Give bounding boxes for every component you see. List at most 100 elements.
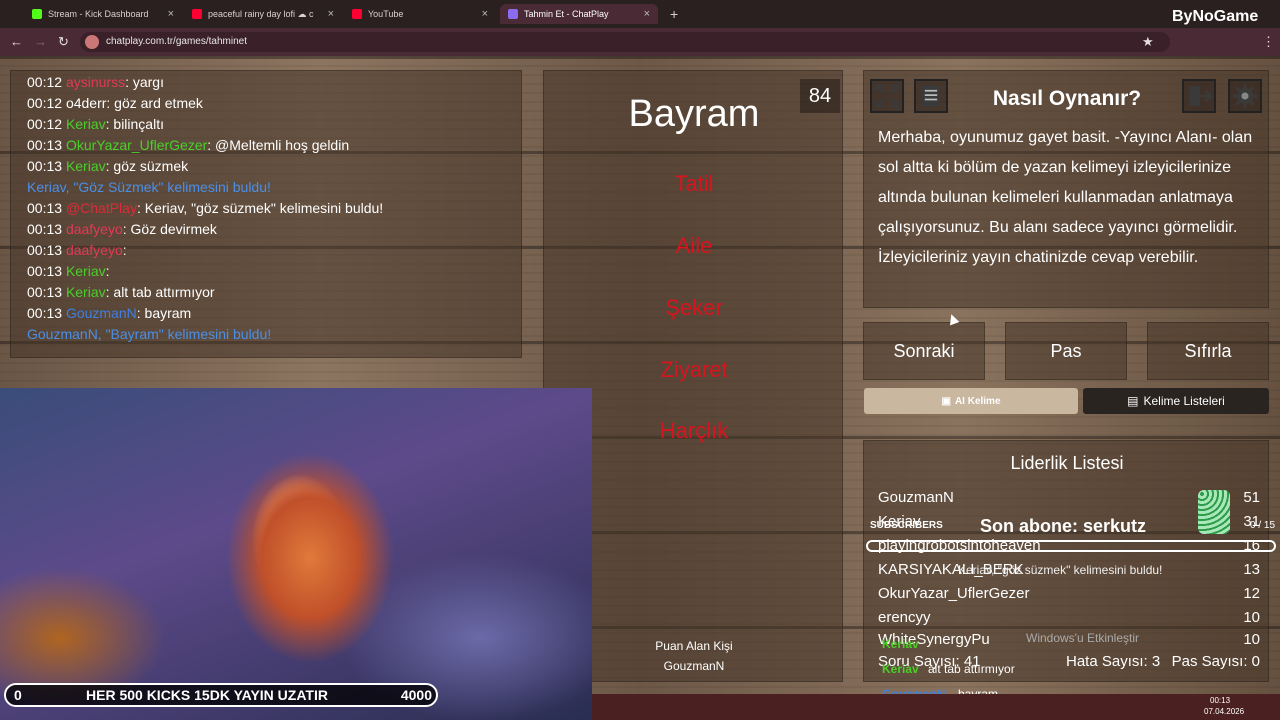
chat-username: GouzmanN: [65, 305, 137, 321]
taskbar-clock: 00:13: [1210, 696, 1231, 705]
overlay-chat-message: alt tab attırmıyor: [928, 662, 1015, 676]
forbidden-word: Tatil: [674, 171, 714, 196]
chat-username: o4derr: [65, 95, 107, 111]
ai-word-button[interactable]: ▣ AI Kelime: [864, 388, 1078, 414]
chat-username: Keriav: [65, 263, 106, 279]
chat-text: : yargı: [125, 74, 164, 90]
chat-message: 00:12 aysinurss: yargı: [27, 74, 164, 90]
overlay-chat-user: Keriav: [882, 637, 919, 651]
chat-message: 00:13 OkurYazar_UflerGezer: @Meltemli ho…: [27, 137, 349, 153]
close-icon[interactable]: ×: [644, 8, 650, 20]
pass-button[interactable]: Pas: [1005, 322, 1127, 380]
chat-username: daafyeyo: [65, 242, 123, 258]
kick-goal-start: 0: [14, 687, 22, 703]
chat-message: Keriav, "Göz Süzmek" kelimesini buldu!: [27, 179, 271, 195]
overlay-found-message: Keriav, "göz süzmek" kelimesini buldu!: [958, 563, 1163, 577]
timer-counter: 84: [800, 79, 840, 113]
forbidden-word: Şeker: [665, 295, 723, 320]
chat-timestamp: 00:12: [27, 74, 63, 90]
goal-jar-icon: [1198, 490, 1230, 534]
chat-timestamp: 00:12: [27, 116, 63, 132]
chat-text: :: [122, 242, 127, 258]
chat-message: 00:13 @ChatPlay: Keriav, "göz süzmek" ke…: [27, 200, 383, 216]
tab-label: Stream - Kick Dashboard: [48, 9, 149, 19]
leaderboard-panel: Liderlik Listesi GouzmanN 51 Keriav 31 pla…: [863, 440, 1269, 682]
chat-text: : göz ard etmek: [106, 95, 203, 111]
tab-lofi[interactable]: peaceful rainy day lofi ☁ c ×: [184, 4, 342, 24]
player-name: erencyy: [878, 609, 931, 626]
windows-activate-text: Windows'u Etkinleştir: [1026, 631, 1139, 645]
tab-kick-dashboard[interactable]: Stream - Kick Dashboard ×: [24, 4, 182, 24]
chat-username: daafyeyo: [65, 221, 123, 237]
player-name: OkurYazar_UflerGezer: [878, 585, 1030, 602]
kick-icon: [32, 9, 42, 19]
ai-word-label: AI Kelime: [954, 395, 1001, 407]
how-to-play-panel: Nasıl Oynanır? Merhaba, oyunumuz gayet b…: [863, 70, 1269, 308]
forward-icon[interactable]: →: [34, 34, 47, 49]
next-button[interactable]: Sonraki: [863, 322, 985, 380]
pass-count: Pas Sayısı: 0: [1171, 653, 1260, 670]
tab-label: peaceful rainy day lofi ☁ c: [208, 8, 314, 19]
kick-goal-text: HER 500 KICKS 15DK YAYIN UZATIR: [86, 687, 328, 703]
chat-username: Keriav: [65, 158, 106, 174]
chat-timestamp: 00:13: [27, 284, 63, 300]
back-icon[interactable]: ←: [10, 34, 23, 49]
windows-taskbar: 00:13 07.04.2026: [592, 694, 1280, 720]
chat-timestamp: 00:13: [27, 263, 63, 279]
chat-message: 00:13 GouzmanN: bayram: [27, 305, 191, 321]
word-lists-button[interactable]: ▤ Kelime Listeleri: [1083, 388, 1269, 414]
chat-username: GouzmanN, "Bayram" kelimesini buldu!: [27, 326, 272, 342]
tab-youtube[interactable]: YouTube ×: [344, 4, 496, 24]
close-icon[interactable]: ×: [482, 8, 488, 20]
chat-timestamp: 00:13: [27, 200, 63, 216]
youtube-icon: [352, 9, 362, 19]
subscribers-label: SUBSCRIBERS: [870, 520, 943, 531]
chat-text: : Göz devirmek: [122, 221, 217, 237]
chat-timestamp: 00:13: [27, 158, 63, 174]
menu-icon[interactable]: ⋮: [1262, 34, 1275, 50]
chat-message: 00:13 daafyeyo:: [27, 242, 127, 258]
player-score: 51: [1243, 489, 1260, 506]
new-tab-button[interactable]: +: [662, 4, 682, 24]
chat-timestamp: 00:12: [27, 95, 63, 111]
close-icon[interactable]: ×: [328, 8, 334, 20]
chatplay-icon: [508, 9, 518, 19]
chat-text: : alt tab attırmıyor: [105, 284, 215, 300]
chat-message: 00:13 Keriav:: [27, 263, 110, 279]
player-score: 13: [1243, 561, 1260, 578]
chat-panel: 00:12 aysinurss: yargı 00:12 o4derr: göz …: [10, 70, 522, 358]
player-score: 10: [1243, 609, 1260, 626]
document-icon: ▤: [1127, 394, 1139, 408]
bynogame-logo: ByNoGame: [1172, 8, 1259, 25]
webcam-feed: [0, 388, 592, 720]
robot-icon: ▣: [941, 395, 951, 407]
chat-message: 00:13 daafyeyo: Göz devirmek: [27, 221, 217, 237]
chat-timestamp: 00:13: [27, 305, 63, 321]
reload-icon[interactable]: ↻: [58, 34, 69, 50]
url-field[interactable]: chatplay.com.tr/games/tahminet: [80, 32, 1170, 52]
player-name: GouzmanN: [878, 489, 954, 506]
bookmark-star-icon[interactable]: ★: [1142, 34, 1154, 50]
subscriber-count: 0 / 15: [1250, 520, 1276, 531]
error-count: Hata Sayısı: 3: [1066, 653, 1161, 670]
taskbar-date: 07.04.2026: [1204, 707, 1245, 716]
reset-button[interactable]: Sıfırla: [1147, 322, 1269, 380]
chat-username: aysinurss: [65, 74, 126, 90]
how-to-play-text: Merhaba, oyunumuz gayet basit. -Yayıncı …: [878, 129, 1253, 266]
chat-username: OkurYazar_UflerGezer: [65, 137, 208, 153]
chat-message: 00:13 Keriav: alt tab attırmıyor: [27, 284, 215, 300]
tab-chatplay[interactable]: Tahmin Et - ChatPlay ×: [500, 4, 658, 24]
target-word: Bayram: [628, 93, 760, 135]
chat-username: @ChatPlay: [65, 200, 137, 216]
chat-message: 00:13 Keriav: göz süzmek: [27, 158, 188, 174]
tab-label: Tahmin Et - ChatPlay: [524, 9, 609, 19]
chat-timestamp: 00:13: [27, 221, 63, 237]
url-text: chatplay.com.tr/games/tahminet: [106, 36, 247, 47]
how-to-play-title: Nasıl Oynanır?: [992, 87, 1142, 110]
chat-text: : bayram: [136, 305, 192, 321]
site-info-icon[interactable]: [85, 35, 99, 49]
kick-goal-bar: 0 HER 500 KICKS 15DK YAYIN UZATIR 4000: [4, 683, 438, 707]
close-icon[interactable]: ×: [168, 8, 174, 20]
chat-message: 00:12 Keriav: bilinçaltı: [27, 116, 164, 132]
chat-text: : göz süzmek: [105, 158, 189, 174]
